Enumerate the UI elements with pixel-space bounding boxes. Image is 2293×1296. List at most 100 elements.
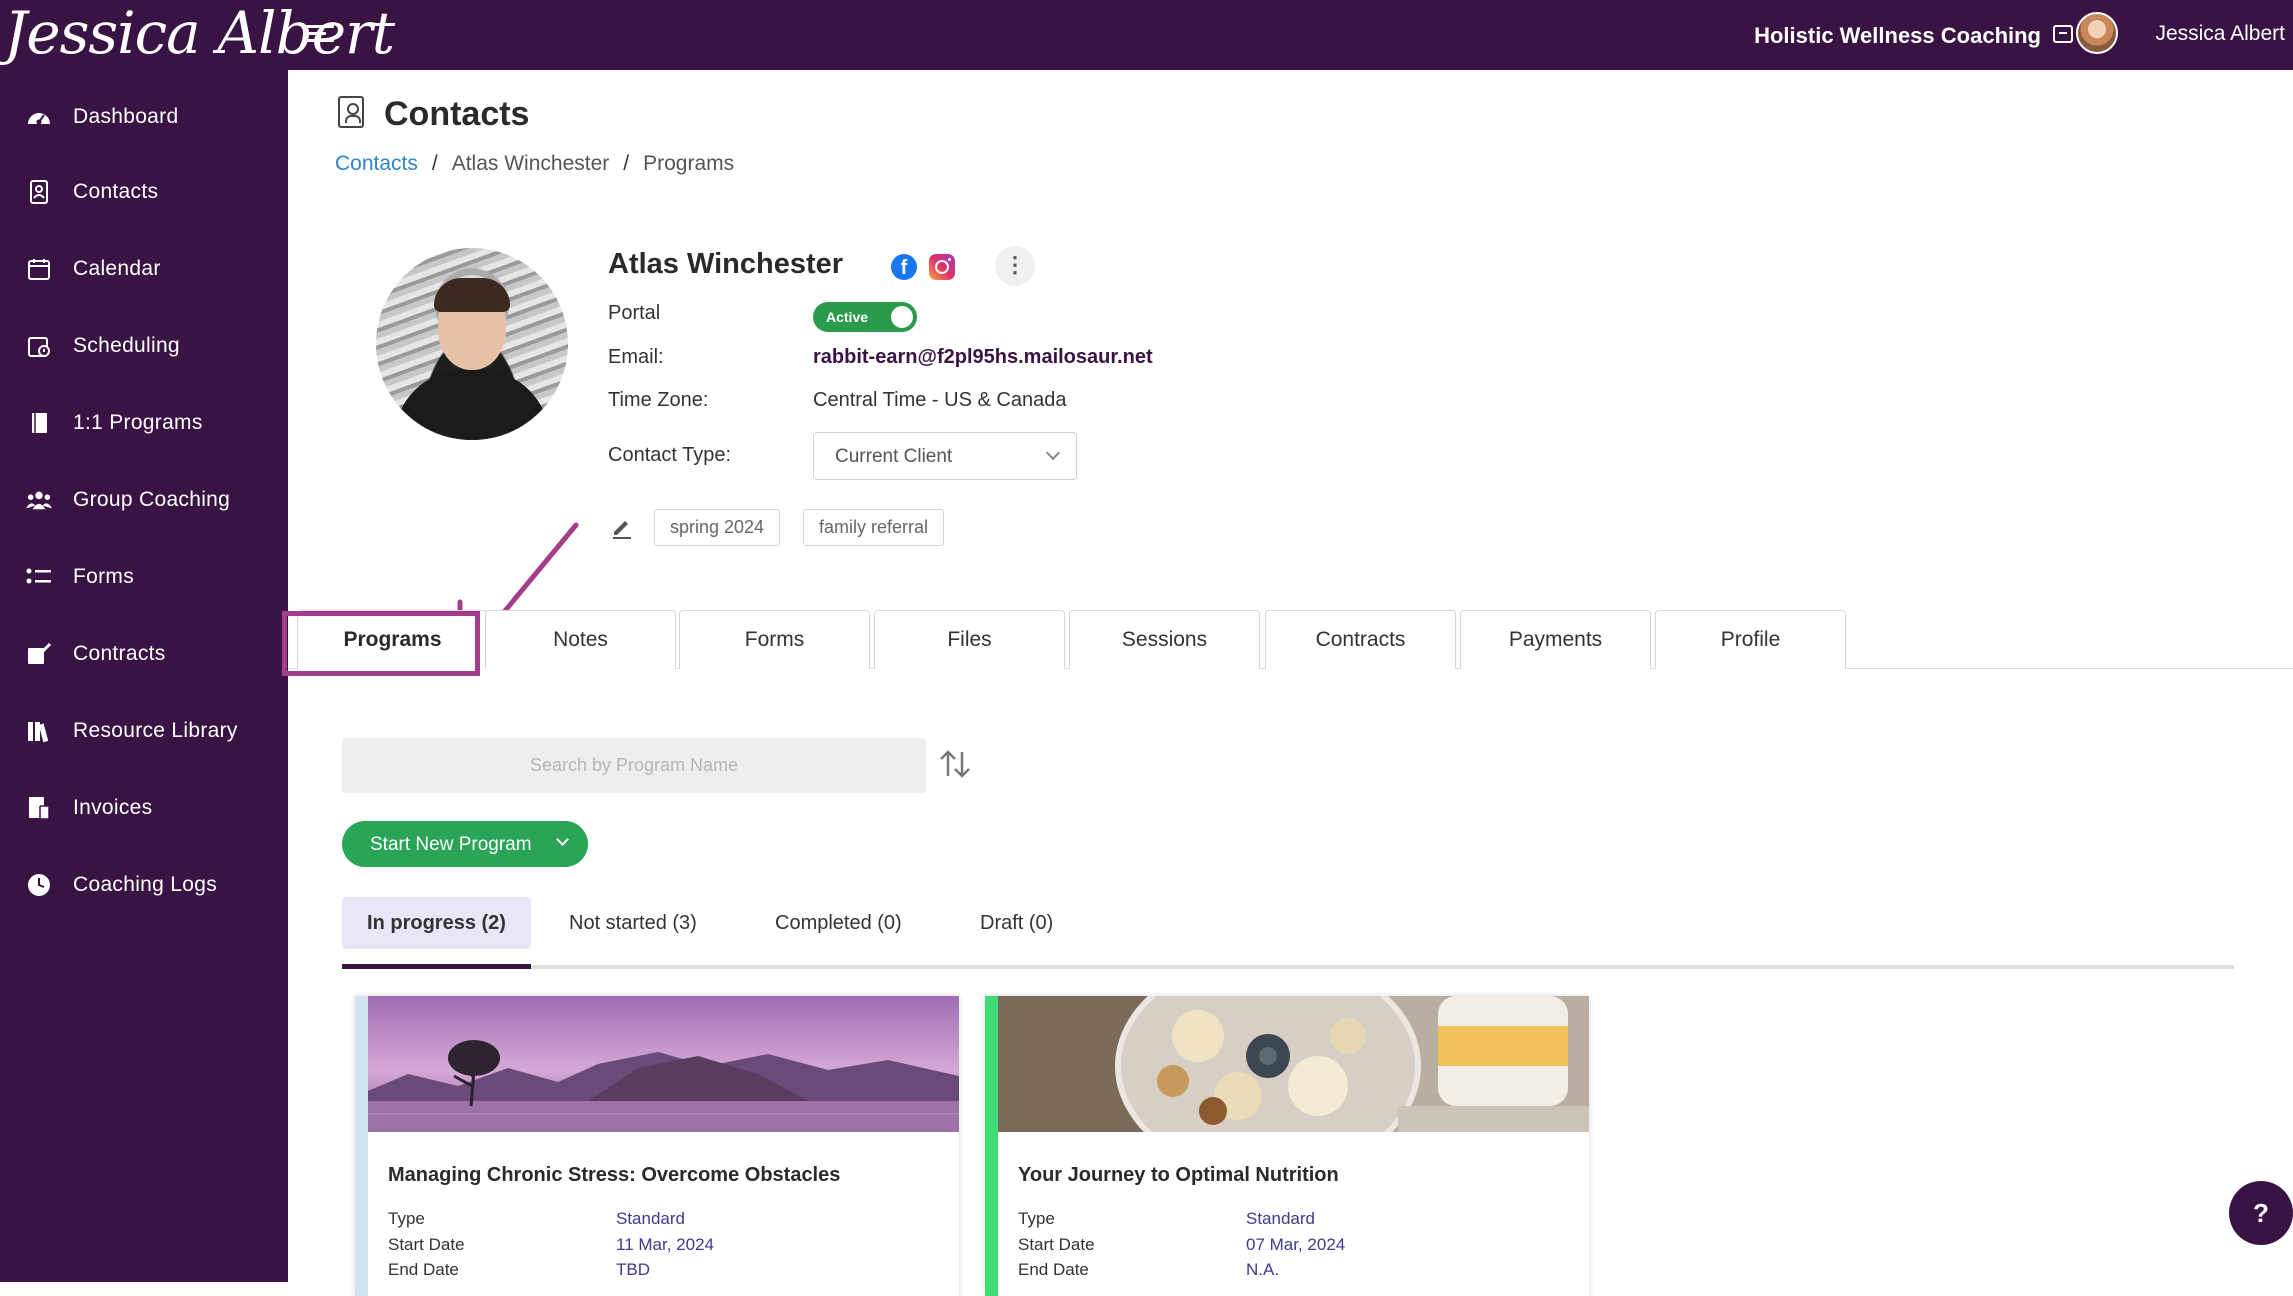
tag: family referral	[803, 509, 945, 546]
card-title: Your Journey to Optimal Nutrition	[1018, 1164, 1339, 1186]
sort-icon[interactable]	[937, 746, 973, 782]
calendar-icon	[26, 256, 52, 282]
sidebar-item-label: Coaching Logs	[73, 873, 217, 896]
sidebar-item-group-coaching[interactable]: Group Coaching	[0, 470, 288, 530]
group-icon	[26, 487, 52, 513]
card-start-value: 11 Mar, 2024	[616, 1235, 714, 1254]
facebook-icon[interactable]: f	[891, 254, 917, 280]
top-bar: Jessica Albert Holistic Wellness Coachin…	[0, 0, 2293, 70]
user-avatar[interactable]	[2076, 12, 2118, 54]
contact-type-select[interactable]: Current Client	[813, 432, 1077, 480]
breadcrumb-contact[interactable]: Atlas Winchester	[452, 152, 610, 175]
breadcrumb-current: Programs	[643, 152, 735, 175]
sidebar-item-label: Calendar	[73, 257, 161, 280]
instagram-icon[interactable]	[929, 254, 955, 280]
contact-type-label: Contact Type:	[608, 444, 732, 466]
status-tab-in-progress[interactable]: In progress (2)	[342, 897, 531, 949]
tab-profile[interactable]: Profile	[1655, 610, 1846, 669]
breadcrumb: Contacts / Atlas Winchester / Programs	[335, 152, 734, 176]
menu-toggle-icon[interactable]	[306, 21, 334, 49]
tab-notes[interactable]: Notes	[485, 610, 676, 669]
card-type-value: Standard	[1246, 1209, 1315, 1228]
toggle-knob	[891, 306, 913, 328]
card-accent	[985, 996, 998, 1296]
brand-name[interactable]: Holistic Wellness Coaching	[1754, 23, 2041, 49]
card-end-value: N.A.	[1246, 1260, 1280, 1279]
dashboard-icon	[26, 104, 52, 130]
email-value[interactable]: rabbit-earn@f2pl95hs.mailosaur.net	[813, 346, 1153, 369]
sidebar-item-label: Resource Library	[73, 719, 238, 742]
sidebar-item-label: Forms	[73, 565, 134, 588]
card-type-value: Standard	[616, 1209, 685, 1228]
sidebar-item-coaching-logs[interactable]: Coaching Logs	[0, 855, 288, 915]
card-start-value: 07 Mar, 2024	[1246, 1235, 1346, 1254]
avatar-hair	[434, 278, 510, 312]
chevron-down-icon	[1045, 445, 1061, 461]
contacts-icon	[338, 96, 364, 128]
portal-status: Active	[826, 309, 869, 325]
sidebar-item-label: Group Coaching	[73, 488, 231, 511]
edit-tags-icon[interactable]	[610, 515, 634, 539]
contacts-icon	[26, 179, 52, 205]
email-label: Email:	[608, 346, 664, 368]
start-new-program-button[interactable]: Start New Program	[342, 821, 588, 867]
card-image-lake	[368, 996, 959, 1132]
breadcrumb-separator: /	[623, 152, 630, 175]
sidebar: Dashboard Contacts Calendar Scheduling 1…	[0, 70, 288, 1282]
portal-toggle[interactable]: Active	[813, 302, 917, 332]
breadcrumb-contacts[interactable]: Contacts	[335, 152, 418, 175]
clock-icon	[26, 872, 52, 898]
sidebar-item-dashboard[interactable]: Dashboard	[0, 87, 288, 147]
sidebar-item-contracts[interactable]: Contracts	[0, 624, 288, 684]
chevron-down-icon	[556, 833, 569, 846]
signature-icon	[26, 641, 52, 667]
card-end-value: TBD	[616, 1260, 650, 1279]
card-type-label: Type	[388, 1209, 425, 1228]
list-icon	[26, 564, 52, 590]
switch-business-icon[interactable]	[2053, 25, 2073, 43]
avatar-body	[394, 370, 550, 440]
sidebar-item-contacts[interactable]: Contacts	[0, 162, 288, 222]
timezone-value: Central Time - US & Canada	[813, 389, 1067, 411]
main-content: Contacts Contacts / Atlas Winchester / Progr…	[282, 70, 2293, 1296]
tab-forms[interactable]: Forms	[679, 610, 870, 669]
status-tab-draft[interactable]: Draft (0)	[980, 897, 1053, 949]
card-accent	[355, 996, 368, 1296]
more-options-button[interactable]: ⋮	[995, 246, 1035, 286]
card-title: Managing Chronic Stress: Overcome Obstac…	[388, 1164, 841, 1186]
sidebar-item-resource-library[interactable]: Resource Library	[0, 701, 288, 761]
sidebar-item-forms[interactable]: Forms	[0, 547, 288, 607]
card-start-label: Start Date	[1018, 1235, 1095, 1254]
status-tabs-rail	[342, 965, 2234, 969]
library-icon	[26, 718, 52, 744]
sidebar-item-label: Scheduling	[73, 334, 180, 357]
card-end-label: End Date	[1018, 1260, 1089, 1279]
tab-payments[interactable]: Payments	[1460, 610, 1651, 669]
sidebar-item-scheduling[interactable]: Scheduling	[0, 316, 288, 376]
sidebar-item-label: Invoices	[73, 796, 153, 819]
program-search-input[interactable]	[342, 738, 926, 793]
program-card[interactable]: Managing Chronic Stress: Overcome Obstac…	[355, 996, 959, 1296]
tab-contracts[interactable]: Contracts	[1265, 610, 1456, 669]
logo[interactable]: Jessica Albert	[0, 0, 395, 70]
sidebar-item-label: Contracts	[73, 642, 166, 665]
tab-sessions[interactable]: Sessions	[1069, 610, 1260, 669]
status-tab-not-started[interactable]: Not started (3)	[569, 897, 697, 949]
sidebar-item-programs[interactable]: 1:1 Programs	[0, 393, 288, 453]
breadcrumb-separator: /	[431, 152, 438, 175]
sidebar-item-invoices[interactable]: Invoices	[0, 778, 288, 838]
scheduling-icon	[26, 333, 52, 359]
sidebar-item-calendar[interactable]: Calendar	[0, 239, 288, 299]
program-card[interactable]: Your Journey to Optimal Nutrition Type S…	[985, 996, 1589, 1296]
sidebar-item-label: 1:1 Programs	[73, 411, 203, 434]
contact-name: Atlas Winchester	[608, 248, 844, 280]
card-end-label: End Date	[388, 1260, 459, 1279]
user-name[interactable]: Jessica Albert	[2155, 22, 2285, 46]
sidebar-item-label: Contacts	[73, 180, 159, 203]
status-tab-indicator	[342, 964, 531, 969]
status-tab-completed[interactable]: Completed (0)	[775, 897, 902, 949]
help-button[interactable]: ?	[2229, 1181, 2293, 1245]
tab-files[interactable]: Files	[874, 610, 1065, 669]
invoice-icon	[26, 795, 52, 821]
sidebar-item-label: Dashboard	[73, 105, 179, 128]
